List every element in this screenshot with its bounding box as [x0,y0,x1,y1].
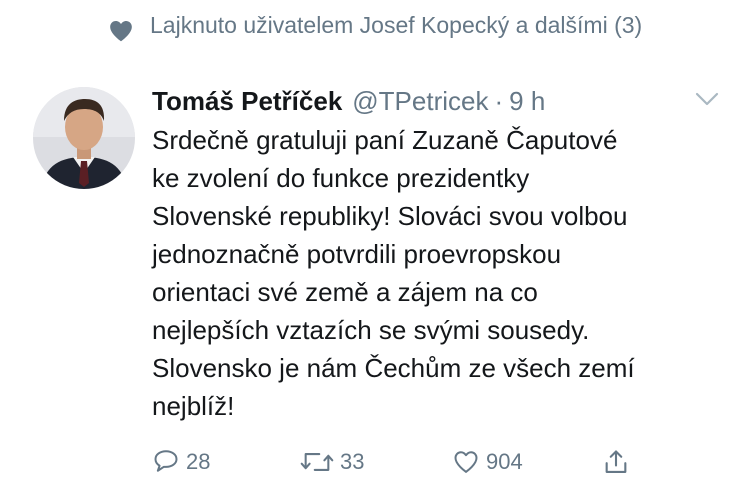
heart-icon [110,21,132,42]
social-context[interactable]: Lajknuto uživatelem Josef Kopecký a dalš… [108,10,708,44]
share-button[interactable] [602,448,636,476]
reply-button[interactable]: 28 [152,448,210,476]
retweet-button[interactable]: 33 [300,448,364,476]
tweet-text: Srdečně gratuluji paní Zuzaně Čaputové k… [152,125,635,421]
reply-icon [154,450,178,472]
share-icon [605,450,627,473]
separator: · [494,85,504,116]
like-button[interactable]: 904 [452,448,523,476]
chevron-down-icon[interactable] [694,89,720,109]
author-name[interactable]: Tomáš Petříček [152,86,342,117]
like-count: 904 [486,449,523,474]
retweet-count: 33 [340,449,365,474]
tweet-header: Tomáš Petříček @TPetricek · 9 h [152,83,720,119]
social-context-text: Lajknuto uživatelem Josef Kopecký a dalš… [150,12,643,38]
avatar[interactable] [33,87,135,189]
timestamp[interactable]: 9 h [509,86,545,117]
tweet-actions: 28 33 904 [152,448,652,488]
retweet-icon [300,453,334,471]
reply-count: 28 [186,449,211,474]
heart-outline-icon [454,451,478,473]
author-handle[interactable]: @TPetricek [352,86,488,117]
